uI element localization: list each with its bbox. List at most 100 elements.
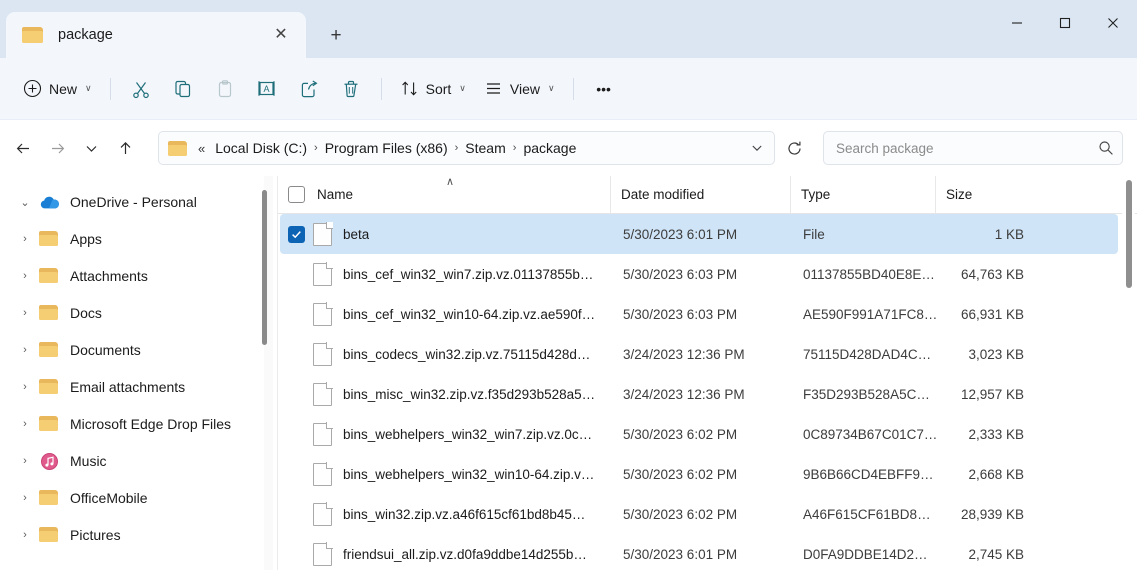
new-button[interactable]: New ∨ [14,71,101,107]
breadcrumb-item-local-disk[interactable]: Local Disk (C:) [209,136,313,160]
chevron-right-icon[interactable]: › [12,307,38,319]
sort-button[interactable]: Sort ∨ [391,71,475,107]
file-name: bins_win32.zip.vz.a46f615cf61bd8b45… [343,506,586,522]
minimize-button[interactable] [993,0,1041,45]
column-header-date-modified[interactable]: Date modified [611,175,791,214]
column-header-name[interactable]: Name [278,175,611,214]
chevron-right-icon[interactable]: › [12,418,38,430]
breadcrumb-item-package[interactable]: package [517,136,582,160]
file-list-scrollbar-thumb[interactable] [1126,180,1132,288]
cut-button[interactable] [120,71,162,107]
table-row[interactable]: bins_cef_win32_win7.zip.vz.01137855b… 5/… [280,254,1118,294]
command-toolbar: New ∨ A Sort ∨ View ∨ ••• [0,58,1137,120]
up-button[interactable] [108,131,142,165]
refresh-button[interactable] [777,131,811,165]
breadcrumb-separator[interactable]: › [313,142,319,154]
table-row[interactable]: friendsui_all.zip.vz.d0fa9ddbe14d255b… 5… [280,534,1118,570]
chevron-right-icon[interactable]: › [12,233,38,245]
sidebar-item-attachments[interactable]: › Attachments [4,258,267,294]
search-box[interactable] [823,131,1123,165]
breadcrumb-item-steam[interactable]: Steam [459,136,511,160]
share-button[interactable] [288,71,330,107]
paste-button[interactable] [204,71,246,107]
file-size-cell: 2,333 KB [968,426,1024,442]
file-name-cell: friendsui_all.zip.vz.d0fa9ddbe14d255b… [280,534,613,570]
file-list-scrollbar-track[interactable] [1122,176,1135,570]
copy-button[interactable] [162,71,204,107]
breadcrumb-overflow[interactable]: « [194,141,209,156]
toolbar-divider [380,77,382,100]
view-button-label: View [509,80,540,97]
file-date-cell: 5/30/2023 6:01 PM [623,226,738,242]
more-options-button[interactable]: ••• [583,71,625,107]
chevron-down-icon[interactable]: ⌄ [12,196,38,209]
close-window-button[interactable] [1089,0,1137,45]
table-row[interactable]: bins_codecs_win32.zip.vz.75115d428d… 3/2… [280,334,1118,374]
explorer-body: ⌄ OneDrive - Personal › Apps › Attachmen… [0,175,1137,570]
sidebar-item-microsoft-edge-drop-files[interactable]: › Microsoft Edge Drop Files [4,406,267,442]
column-header-size[interactable]: Size [936,176,1036,214]
rename-button[interactable]: A [246,71,288,107]
tab-package[interactable]: package ✕ [6,12,306,58]
view-button[interactable]: View ∨ [475,71,564,107]
delete-button[interactable] [330,71,372,107]
sidebar-item-officemobile[interactable]: › OfficeMobile [4,480,267,516]
address-bar: « Local Disk (C:) › Program Files (x86) … [0,120,1137,176]
column-header-type[interactable]: Type [791,175,936,214]
file-name-cell: bins_cef_win32_win7.zip.vz.01137855b… [280,254,613,294]
sidebar-item-onedrive[interactable]: ⌄ OneDrive - Personal [4,184,267,220]
sidebar-item-pictures[interactable]: › Pictures [4,517,267,553]
sidebar-item-documents[interactable]: › Documents [4,332,267,368]
file-size-cell: 12,957 KB [960,386,1024,402]
file-icon [313,221,333,246]
folder-icon [38,379,60,395]
breadcrumb-item-program-files[interactable]: Program Files (x86) [319,136,454,160]
breadcrumb[interactable]: « Local Disk (C:) › Program Files (x86) … [158,131,775,165]
sidebar-scrollbar-thumb[interactable] [262,190,267,345]
table-row[interactable]: bins_webhelpers_win32_win10-64.zip.v… 5/… [280,454,1118,494]
search-input[interactable] [836,140,1098,156]
back-button[interactable] [6,131,40,165]
file-date-cell: 5/30/2023 6:01 PM [623,546,738,562]
sidebar-item-music[interactable]: › Music [4,443,267,479]
new-tab-button[interactable]: + [318,17,354,53]
select-all-checkbox[interactable] [288,186,305,203]
row-checkbox[interactable] [288,225,305,243]
forward-button[interactable] [40,131,74,165]
file-name-cell: bins_cef_win32_win10-64.zip.vz.ae590f… [280,294,613,334]
search-icon[interactable] [1098,140,1114,156]
table-row[interactable]: bins_misc_win32.zip.vz.f35d293b528a5… 3/… [280,374,1118,414]
chevron-right-icon[interactable]: › [12,344,38,356]
file-date-cell: 5/30/2023 6:02 PM [623,506,738,522]
folder-icon [38,416,60,432]
file-size-cell: 2,668 KB [968,466,1024,482]
sidebar-scrollbar-track[interactable] [262,176,273,570]
close-tab-icon[interactable]: ✕ [266,20,296,50]
sidebar-item-docs[interactable]: › Docs [4,295,267,331]
maximize-button[interactable] [1041,0,1089,45]
file-name-cell: bins_win32.zip.vz.a46f615cf61bd8b45… [280,494,613,534]
table-row[interactable]: bins_webhelpers_win32_win7.zip.vz.0c… 5/… [280,414,1118,454]
table-row[interactable]: beta 5/30/2023 6:01 PM File 1 KB [280,214,1118,254]
sidebar-item-email-attachments[interactable]: › Email attachments [4,369,267,405]
file-date-cell: 5/30/2023 6:03 PM [623,306,738,322]
file-type-cell: D0FA9DDBE14D2… [803,546,928,562]
chevron-right-icon[interactable]: › [12,492,38,504]
breadcrumb-dropdown-icon[interactable] [744,134,770,162]
file-type-cell: AE590F991A71FC8… [803,306,938,322]
file-name-cell: bins_misc_win32.zip.vz.f35d293b528a5… [280,374,613,414]
chevron-right-icon[interactable]: › [12,270,38,282]
rename-icon: A [256,78,277,99]
column-header-size-label: Size [946,187,973,202]
table-row[interactable]: bins_cef_win32_win10-64.zip.vz.ae590f… 5… [280,294,1118,334]
chevron-right-icon[interactable]: › [12,381,38,393]
recent-locations-button[interactable] [74,131,108,165]
sidebar-item-apps[interactable]: › Apps [4,221,267,257]
table-row[interactable]: bins_win32.zip.vz.a46f615cf61bd8b45… 5/3… [280,494,1118,534]
file-name: friendsui_all.zip.vz.d0fa9ddbe14d255b… [343,546,587,562]
chevron-down-icon: ∨ [547,83,555,93]
chevron-right-icon[interactable]: › [12,529,38,541]
sidebar-item-label: Pictures [70,527,121,543]
chevron-right-icon[interactable]: › [12,455,38,467]
sort-ascending-icon: ∧ [446,176,455,188]
